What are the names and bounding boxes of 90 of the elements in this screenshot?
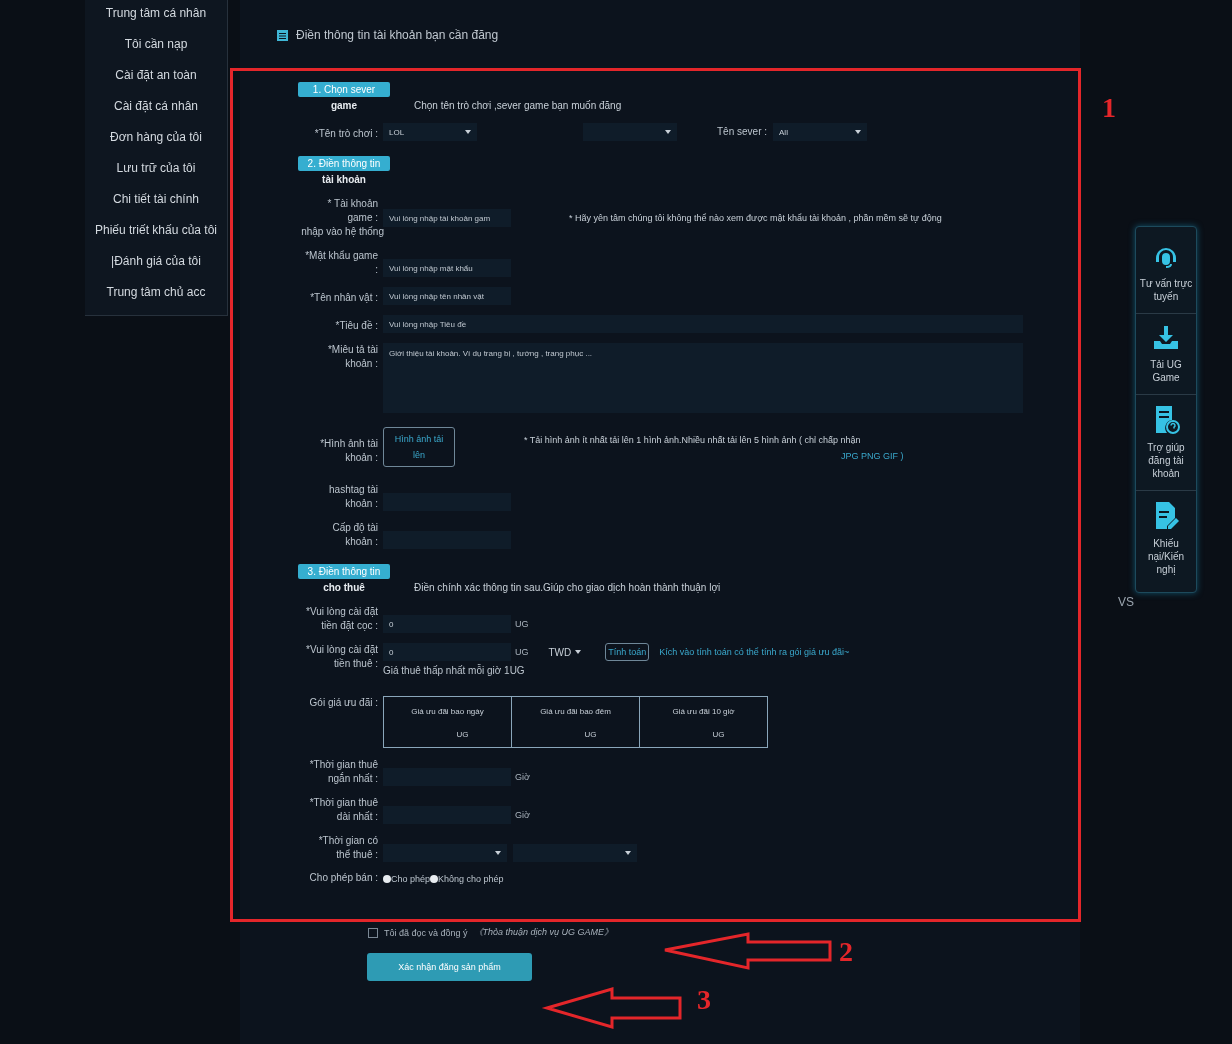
sidebar-item[interactable]: Phiếu triết khấu của tôi <box>85 222 227 253</box>
caret-icon <box>495 851 501 855</box>
dropdown[interactable]: LOL <box>383 123 477 141</box>
upload-button[interactable]: Hình ảnh tải lên <box>383 427 455 467</box>
currency-dropdown[interactable]: TWD <box>548 646 582 658</box>
price-title: Giá ưu đãi bao ngày <box>411 707 484 716</box>
unit-label: UG <box>712 730 725 739</box>
sidebar-item[interactable]: Trung tâm cá nhân <box>85 5 227 36</box>
field-label: *Thời gian thuê ngắn nhất : <box>308 758 378 786</box>
section-description: Điền chính xác thông tin sau.Giúp cho giao dịch hoàn thành thuận lợi <box>414 582 721 593</box>
side-panel-item[interactable]: Trợ giúp đăng tài khoản <box>1136 395 1196 491</box>
sidebar-item[interactable]: |Đánh giá của tôi <box>85 253 227 284</box>
input-field[interactable]: Vui lòng nhập tài khoản gam <box>383 209 511 227</box>
dropdown[interactable]: All <box>773 123 868 141</box>
sidebar-item[interactable]: Cài đặt cá nhân <box>85 98 227 129</box>
caret-icon <box>665 130 671 134</box>
note-text: nhập vào hệ thống <box>300 225 384 239</box>
sidebar-item[interactable]: Trung tâm chủ acc <box>85 284 227 315</box>
field-label: *Miêu tả tài khoản : <box>326 343 378 371</box>
radio-option[interactable]: Cho phép <box>383 874 431 884</box>
input-field[interactable]: 0 <box>383 615 511 633</box>
field-label: *Thời gian có thể thuê : <box>317 834 378 862</box>
annotation-number: 1 <box>1102 92 1116 124</box>
field-label: Cấp độ tài khoản : <box>331 521 378 549</box>
caret-icon <box>465 130 471 134</box>
annotation-number: 2 <box>839 936 853 968</box>
format-list: JPG PNG GIF ) <box>841 451 904 461</box>
download-icon <box>1152 324 1180 352</box>
unit-label: Giờ <box>515 809 530 822</box>
price-title: Giá ưu đãi bao đêm <box>540 707 611 716</box>
section-badge: 1. Chọn sever <box>298 82 390 97</box>
sidebar-item[interactable]: Lưu trữ của tôi <box>85 160 227 191</box>
checkbox[interactable] <box>368 927 378 938</box>
section-badge: 3. Điền thông tin <box>298 564 390 579</box>
input-field[interactable]: Vui lòng nhập Tiêu đề <box>383 315 1023 333</box>
side-panel-item[interactable]: Khiếu nại/Kiến nghị <box>1136 491 1196 586</box>
field-label: Cho phép bán : <box>308 872 378 884</box>
unit-label: UG <box>584 730 597 739</box>
annotation-number: 3 <box>697 984 711 1016</box>
page-title: Điền thông tin tài khoản bạn cần đăng <box>296 28 499 42</box>
dropdown[interactable] <box>513 844 637 862</box>
field-label: *Tên nhân vật : <box>309 291 378 305</box>
sidebar-item[interactable]: Chi tiết tài chính <box>85 191 227 222</box>
terms-link[interactable]: 《Thỏa thuận dịch vụ UG GAME》 <box>473 926 614 939</box>
section-subtitle: game <box>330 100 358 111</box>
note-text: * Hãy yên tâm chúng tôi không thể nào xem được mật khẩu tài khoản , phần mềm sẽ tự động <box>569 212 942 225</box>
radio-circle[interactable] <box>383 875 391 883</box>
sidebar-item[interactable]: Đơn hàng của tôi <box>85 129 227 160</box>
unit-label: UG <box>456 730 469 739</box>
dropdown[interactable] <box>583 123 677 141</box>
sidebar-item[interactable]: Tôi cần nạp <box>85 36 227 67</box>
field-label: *Thời gian thuê dài nhất : <box>308 796 378 824</box>
input-field[interactable]: Vui lòng nhập tên nhân vật <box>383 287 511 305</box>
side-panel-item[interactable]: Tải UG Game <box>1136 314 1196 395</box>
price-title: Giá ưu đãi 10 giờ <box>672 707 735 716</box>
dropdown[interactable] <box>383 844 507 862</box>
side-panel-item[interactable]: Tư vấn trực tuyến <box>1136 233 1196 314</box>
field-label: * Tài khoản game : <box>326 197 378 225</box>
unit-label: UG <box>515 618 529 631</box>
field-label: Gói giá ưu đãi : <box>308 696 378 710</box>
section-badge: 2. Điền thông tin <box>298 156 390 171</box>
unit-label: Giờ <box>515 771 530 784</box>
field-label: hashtag tài khoản : <box>328 483 378 511</box>
field-label: *Vui lòng cài đặt tiền đặt cọc : <box>305 605 378 633</box>
field-label: Tên sever : <box>717 125 768 139</box>
input-field[interactable]: Vui lòng nhập mật khẩu <box>383 259 511 277</box>
input-field[interactable]: 0 <box>383 643 511 661</box>
field-label: *Tên trò chơi : <box>313 127 378 141</box>
agreement-text: Tôi đã đọc và đồng ý <box>384 927 468 938</box>
field-label: *Mật khẩu game : <box>304 249 378 277</box>
calculate-link[interactable]: Kích vào tính toán có thể tính ra gói giá ưu đãi~ <box>659 647 850 657</box>
field-label: *Vui lòng cài đặt tiền thuê : <box>305 643 378 671</box>
hint-text: Giá thuê thấp nhất mỗi giờ 1UG <box>383 665 526 676</box>
sidebar-item[interactable]: Cài đặt an toàn <box>85 67 227 98</box>
section-subtitle: tài khoản <box>322 174 366 185</box>
unit-label: UG <box>515 646 529 659</box>
caret-icon <box>625 851 631 855</box>
radio-circle[interactable] <box>430 875 439 883</box>
caret-icon <box>855 130 862 134</box>
footer-text: VS <box>1118 595 1134 609</box>
note-text: * Tải hình ảnh ít nhất tải lên 1 hình ảnh.Nhiều nhất tải lên 5 hình ảnh ( chỉ chấp nhận <box>523 434 861 447</box>
field-label: *Tiêu đề : <box>334 319 378 333</box>
section-description: Chọn tên trò chơi ,sever game bạn muốn đăng <box>414 100 622 111</box>
section-subtitle: cho thuê <box>323 582 365 593</box>
description-field[interactable]: Giới thiệu tài khoản. Ví dụ trang bị , tướng , trang phục ... <box>383 343 1023 413</box>
radio-option[interactable]: Không cho phép <box>430 874 504 884</box>
field-label: *Hình ảnh tài khoản : <box>319 437 378 465</box>
list-icon <box>277 29 288 41</box>
calculate-button[interactable]: Tính toán <box>605 643 650 661</box>
caret-icon <box>575 650 582 654</box>
